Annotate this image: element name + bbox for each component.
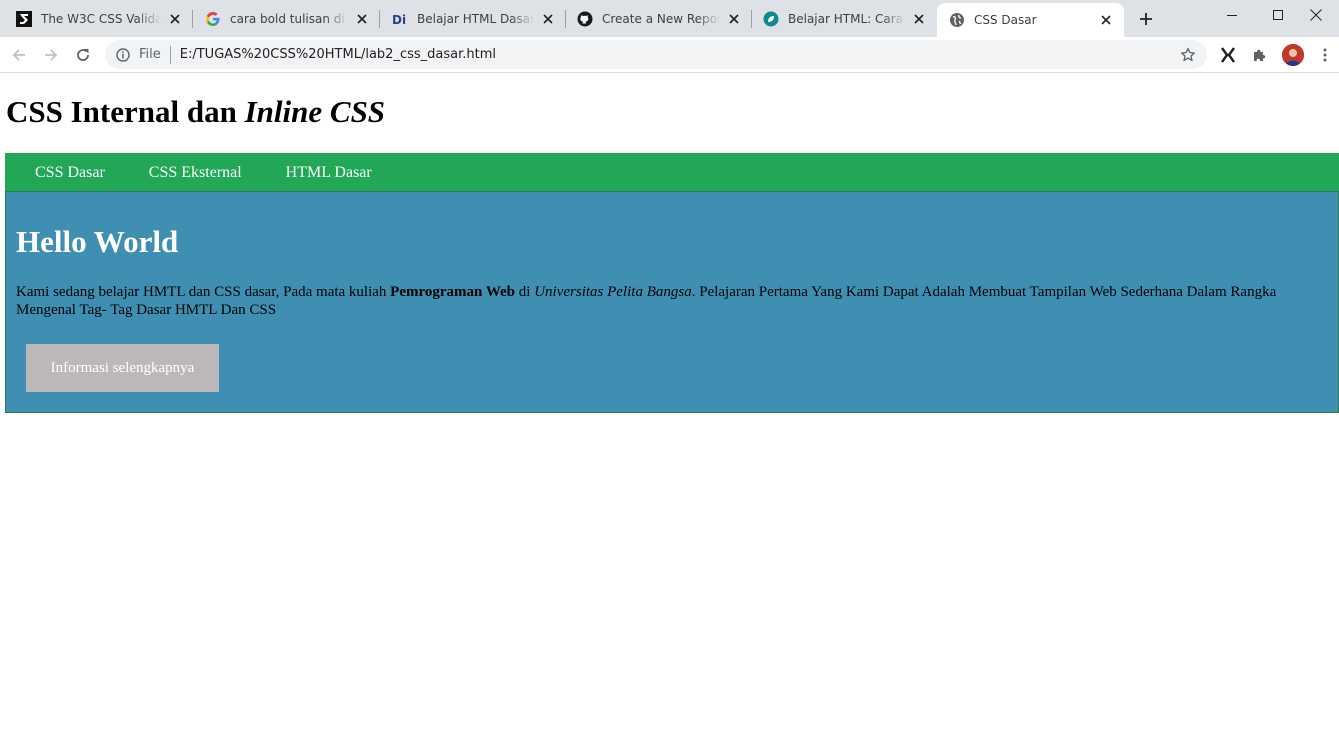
url-text[interactable]: E:/TUGAS%20CSS%20HTML/lab2_css_dasar.htm… [180, 47, 1178, 62]
nav-link-html-dasar[interactable]: HTML Dasar [286, 164, 372, 182]
extensions-puzzle-icon[interactable] [1248, 43, 1272, 67]
paragraph-text: Kami sedang belajar HMTL dan CSS dasar, … [16, 284, 391, 300]
tab-github-new-repo[interactable]: Create a New Repository [566, 0, 752, 37]
google-icon [205, 11, 221, 27]
page-content: CSS Internal dan Inline CSS CSS Dasar CS… [0, 74, 1339, 737]
page-title-italic: Inline CSS [244, 94, 386, 129]
close-icon[interactable] [540, 11, 556, 27]
tab-dicoding[interactable]: Di Belajar HTML Dasar: Cara [380, 0, 566, 37]
petani-kode-icon [763, 11, 779, 27]
close-window-icon [1310, 9, 1322, 21]
tab-strip: The W3C CSS Validation Service cara bold… [0, 0, 1339, 37]
hero-section: Hello World Kami sedang belajar HMTL dan… [5, 191, 1339, 413]
paragraph-text: di [515, 284, 535, 300]
nav-link-css-eksternal[interactable]: CSS Eksternal [149, 164, 242, 182]
top-navbar: CSS Dasar CSS Eksternal HTML Dasar [5, 153, 1339, 192]
svg-text:Di: Di [392, 13, 406, 27]
tab-petani-kode[interactable]: Belajar HTML: Cara Validasi [752, 0, 937, 37]
browser-toolbar: File E:/TUGAS%20CSS%20HTML/lab2_css_dasa… [0, 37, 1339, 73]
arrow-left-icon [12, 49, 25, 61]
tab-title: The W3C CSS Validation Service [41, 11, 161, 26]
avatar [1282, 44, 1304, 66]
tab-w3c-validation[interactable]: The W3C CSS Validation Service [0, 0, 193, 37]
tab-css-dasar[interactable]: CSS Dasar [937, 3, 1124, 37]
new-tab-button[interactable] [1134, 7, 1158, 31]
reload-icon [77, 49, 89, 61]
menu-kebab-icon[interactable] [1313, 43, 1337, 67]
university-name: Universitas Pelita Bangsa [534, 284, 692, 300]
extension-x-icon[interactable] [1216, 43, 1240, 67]
tab-title: Create a New Repository [602, 11, 720, 26]
close-icon[interactable] [167, 11, 183, 27]
hero-paragraph: Kami sedang belajar HMTL dan CSS dasar, … [16, 283, 1326, 319]
minimize-button[interactable] [1209, 0, 1255, 30]
close-window-button[interactable] [1293, 0, 1339, 30]
maximize-icon [1273, 10, 1283, 20]
profile-avatar[interactable] [1281, 43, 1305, 67]
forward-button[interactable] [37, 41, 65, 69]
close-icon[interactable] [1098, 12, 1114, 28]
tab-title: Belajar HTML Dasar: Cara [417, 11, 534, 26]
divider [169, 45, 171, 64]
more-info-button[interactable]: Informasi selengkapnya [26, 344, 219, 392]
github-icon [577, 11, 593, 27]
info-icon[interactable] [115, 47, 131, 63]
tab-google-search[interactable]: cara bold tulisan di html [193, 0, 380, 37]
bookmark-star-icon[interactable] [1178, 45, 1198, 65]
scheme-label: File [139, 47, 161, 62]
tab-title: cara bold tulisan di html [230, 11, 348, 26]
course-name: Pemrograman Web [390, 284, 516, 300]
reload-button[interactable] [69, 41, 97, 69]
tab-title: Belajar HTML: Cara Validasi [788, 11, 905, 26]
close-icon[interactable] [726, 11, 742, 27]
arrow-right-icon [45, 49, 58, 61]
plus-icon [1140, 13, 1152, 25]
minimize-icon [1227, 15, 1237, 16]
close-icon[interactable] [354, 11, 370, 27]
dicoding-icon: Di [392, 11, 408, 27]
globe-icon [949, 12, 965, 28]
back-button[interactable] [5, 41, 33, 69]
nav-link-css-dasar[interactable]: CSS Dasar [35, 164, 105, 182]
tab-title: CSS Dasar [974, 13, 1037, 27]
close-icon[interactable] [911, 11, 927, 27]
page-title-plain: CSS Internal dan [6, 94, 245, 129]
w3c-icon [16, 10, 32, 27]
address-bar[interactable]: File E:/TUGAS%20CSS%20HTML/lab2_css_dasa… [105, 40, 1207, 69]
page-title: CSS Internal dan Inline CSS [6, 94, 385, 130]
hero-heading: Hello World [16, 224, 179, 259]
